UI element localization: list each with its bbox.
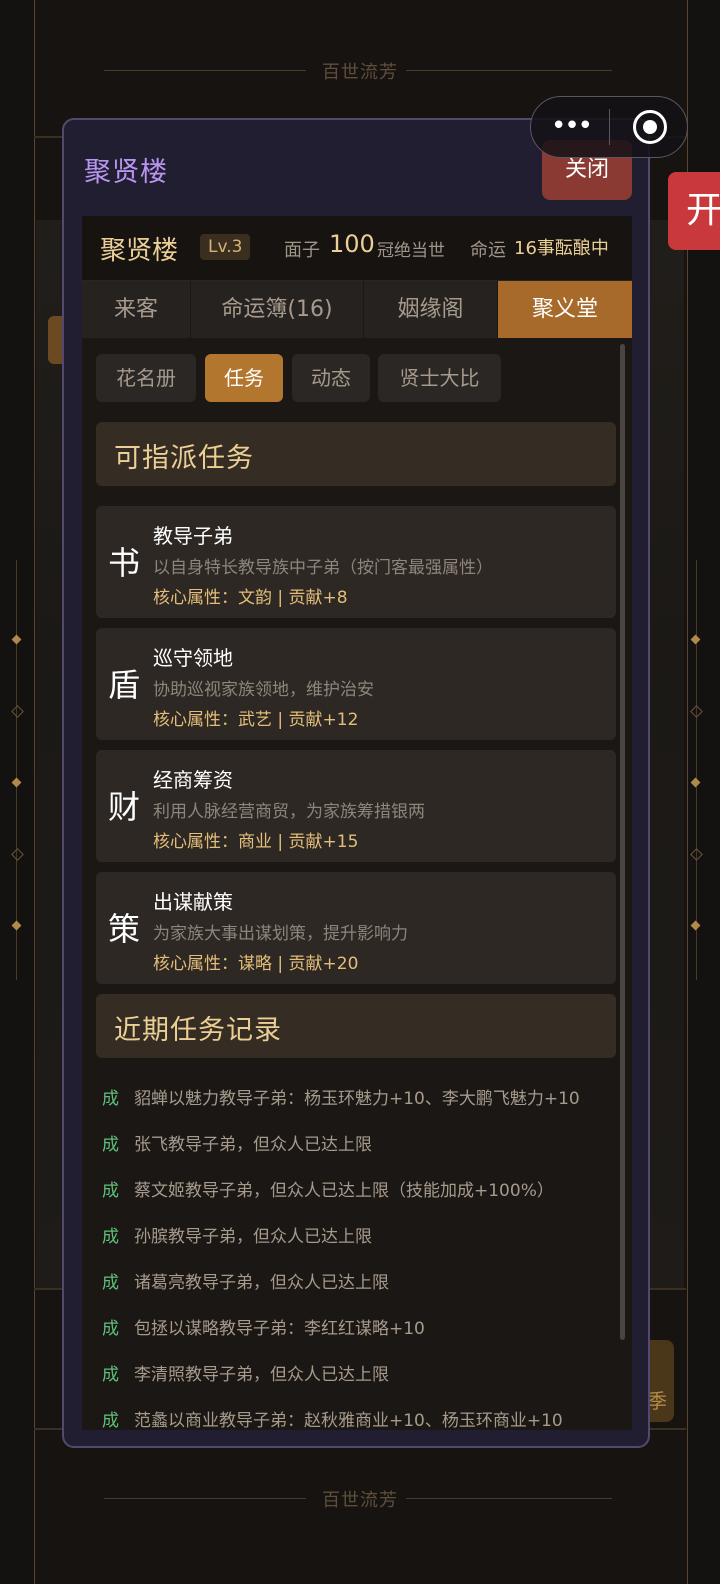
task-name: 巡守领地 [153, 646, 233, 670]
section-title: 可指派任务 [114, 443, 254, 474]
diamond-ornament-icon [690, 777, 701, 788]
task-attribute: 核心属性：谋略 | 贡献+20 [153, 954, 359, 974]
task-attribute: 核心属性：文韵 | 贡献+8 [153, 588, 348, 608]
task-attribute: 核心属性：武艺 | 贡献+12 [153, 710, 359, 730]
record-text: 张飞教导子弟，但众人已达上限 [134, 1135, 372, 1155]
success-tag: 成 [102, 1227, 119, 1247]
record-text: 范蠡以商业教导子弟：赵秋雅商业+10、杨玉环商业+10 [134, 1411, 563, 1430]
level-badge: Lv.3 [200, 234, 251, 260]
diamond-ornament-icon [690, 920, 701, 931]
success-tag: 成 [102, 1319, 119, 1339]
task-records-heading: 近期任务记录 [96, 994, 616, 1058]
record-item: 成 包拯以谋略教导子弟：李红红谋略+10 [102, 1314, 622, 1342]
target-close-icon[interactable] [633, 110, 667, 144]
record-text: 诸葛亮教导子弟，但众人已达上限 [134, 1273, 389, 1293]
task-card[interactable]: 盾 巡守领地 协助巡视家族领地，维护治安 核心属性：武艺 | 贡献+12 [96, 628, 616, 740]
diamond-ornament-icon [690, 634, 701, 645]
record-item: 成 范蠡以商业教导子弟：赵秋雅商业+10、杨玉环商业+10 [102, 1406, 622, 1430]
record-item: 成 蔡文姬教导子弟，但众人已达上限（技能加成+100%） [102, 1176, 622, 1204]
section-title: 近期任务记录 [114, 1015, 282, 1046]
task-description: 为家族大事出谋划策，提升影响力 [153, 924, 408, 944]
background-tab-fragment [48, 316, 62, 364]
success-tag: 成 [102, 1089, 119, 1109]
task-description: 协助巡视家族领地，维护治安 [153, 680, 374, 700]
face-title: 冠绝当世 [377, 241, 445, 261]
subtab-contest[interactable]: 贤士大比 [378, 354, 501, 402]
diamond-ornament-icon [11, 777, 22, 788]
book-icon: 书 [108, 544, 141, 582]
record-text: 包拯以谋略教导子弟：李红红谋略+10 [134, 1319, 425, 1339]
record-text: 孙膑教导子弟，但众人已达上限 [134, 1227, 372, 1247]
record-text: 李清照教导子弟，但众人已达上限 [134, 1365, 389, 1385]
capsule-divider [609, 109, 610, 145]
building-header: 聚贤楼 Lv.3 面子 100 冠绝当世 命运 16事酝酿中 [82, 216, 632, 281]
task-attribute: 核心属性：商业 | 贡献+15 [153, 832, 359, 852]
subtab-news[interactable]: 动态 [292, 354, 370, 402]
success-tag: 成 [102, 1365, 119, 1385]
record-item: 成 貂蝉以魅力教导子弟：杨玉环魅力+10、李大鹏飞魅力+10 [102, 1084, 622, 1112]
record-text: 蔡文姬教导子弟，但众人已达上限（技能加成+100%） [134, 1181, 554, 1201]
tab-guests[interactable]: 来客 [82, 281, 191, 338]
record-text: 貂蝉以魅力教导子弟：杨玉环魅力+10、李大鹏飞魅力+10 [134, 1089, 580, 1109]
task-name: 出谋献策 [153, 890, 233, 914]
record-item: 成 孙膑教导子弟，但众人已达上限 [102, 1222, 622, 1250]
subtab-tasks[interactable]: 任务 [205, 354, 283, 402]
task-name: 教导子弟 [153, 524, 233, 548]
assignable-tasks-heading: 可指派任务 [96, 422, 616, 486]
fate-value: 16事酝酿中 [514, 238, 609, 259]
task-name: 经商筹资 [153, 768, 233, 792]
side-open-tab[interactable]: 开 [668, 172, 720, 250]
background-bottom-title: 百世流芳 [322, 1490, 398, 1511]
task-card[interactable]: 财 经商筹资 利用人脉经营商贸，为家族筹措银两 核心属性：商业 | 贡献+15 [96, 750, 616, 862]
miniprogram-capsule: ••• [530, 96, 688, 158]
task-description: 利用人脉经营商贸，为家族筹措银两 [153, 802, 425, 822]
modal-title: 聚贤楼 [84, 157, 168, 188]
diamond-ornament-icon [11, 848, 24, 861]
subtab-roster[interactable]: 花名册 [96, 354, 196, 402]
modal-content: 聚贤楼 Lv.3 面子 100 冠绝当世 命运 16事酝酿中 来客 命运簿(16… [82, 216, 632, 1430]
task-card[interactable]: 策 出谋献策 为家族大事出谋划策，提升影响力 核心属性：谋略 | 贡献+20 [96, 872, 616, 984]
success-tag: 成 [102, 1411, 119, 1430]
shield-icon: 盾 [108, 666, 141, 704]
juxian-modal: 聚贤楼 关闭 聚贤楼 Lv.3 面子 100 冠绝当世 命运 16事酝酿中 来客… [62, 118, 650, 1448]
right-ornament-line [696, 560, 697, 980]
diamond-ornament-icon [690, 705, 703, 718]
record-item: 成 李清照教导子弟，但众人已达上限 [102, 1360, 622, 1388]
left-ornament-line [16, 560, 17, 980]
background-top-title: 百世流芳 [322, 62, 398, 83]
diamond-ornament-icon [11, 705, 24, 718]
tab-fate-book[interactable]: 命运簿(16) [191, 281, 364, 338]
fate-label: 命运 [470, 240, 506, 261]
task-card[interactable]: 书 教导子弟 以自身特长教导族中子弟（按门客最强属性） 核心属性：文韵 | 贡献… [96, 506, 616, 618]
main-tabs: 来客 命运簿(16) 姻缘阁 聚义堂 [82, 281, 632, 338]
diamond-ornament-icon [11, 634, 22, 645]
building-name: 聚贤楼 [100, 236, 179, 266]
success-tag: 成 [102, 1135, 119, 1155]
wealth-icon: 财 [108, 788, 141, 826]
task-description: 以自身特长教导族中子弟（按门客最强属性） [153, 558, 493, 578]
success-tag: 成 [102, 1273, 119, 1293]
record-item: 成 张飞教导子弟，但众人已达上限 [102, 1130, 622, 1158]
diamond-ornament-icon [11, 920, 22, 931]
tab-juyi-hall[interactable]: 聚义堂 [498, 281, 632, 338]
more-icon[interactable]: ••• [551, 111, 593, 141]
tab-marriage[interactable]: 姻缘阁 [364, 281, 498, 338]
success-tag: 成 [102, 1181, 119, 1201]
record-item: 成 诸葛亮教导子弟，但众人已达上限 [102, 1268, 622, 1296]
face-label: 面子 [284, 240, 320, 261]
strategy-icon: 策 [108, 910, 141, 948]
face-value: 100 [329, 230, 375, 258]
diamond-ornament-icon [690, 848, 703, 861]
